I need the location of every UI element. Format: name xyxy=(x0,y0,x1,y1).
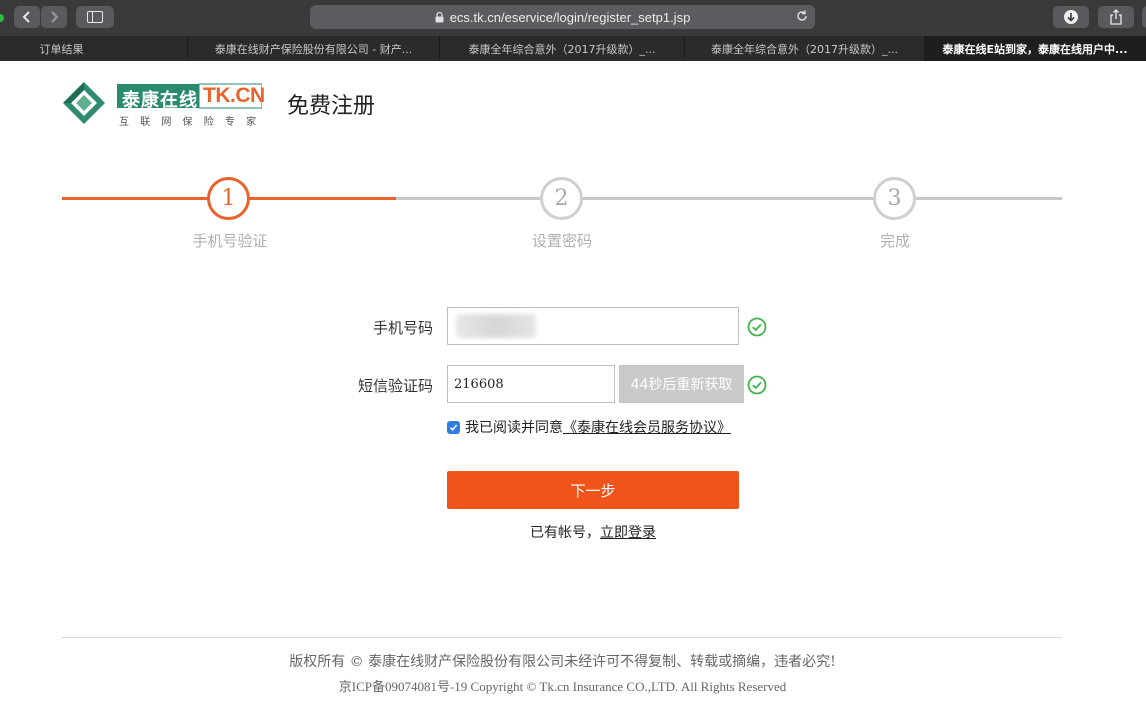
tab-label: 泰康在线财产保险股份有限公司 - 财产... xyxy=(214,42,413,56)
progress-line-pending xyxy=(396,197,1062,200)
resend-code-button[interactable]: 44秒后重新获取 xyxy=(619,365,744,403)
phone-input[interactable] xyxy=(447,307,739,345)
chevron-right-icon xyxy=(51,11,59,23)
sms-code-label: 短信验证码 xyxy=(357,377,433,395)
phone-valid-check-icon xyxy=(747,317,767,337)
lock-icon xyxy=(435,11,444,23)
tab-accident-2[interactable]: 泰康全年综合意外（2017升级款）_... xyxy=(685,36,925,61)
sms-code-input[interactable]: 216608 xyxy=(447,365,615,403)
step-3-label: 完成 xyxy=(879,232,910,250)
tab-label: 订单结果 xyxy=(39,42,84,56)
phone-label: 手机号码 xyxy=(372,319,433,337)
browser-toolbar: ecs.tk.cn/eservice/login/register_setp1.… xyxy=(0,0,1146,36)
forward-button[interactable] xyxy=(41,6,67,28)
share-icon xyxy=(1110,9,1122,25)
step-2-circle: 2 xyxy=(540,177,583,220)
footer-divider xyxy=(62,637,1062,638)
code-valid-check-icon xyxy=(747,375,767,395)
service-agreement-link[interactable]: 《泰康在线会员服务协议》 xyxy=(563,417,731,437)
logo-en-text: TK.CN xyxy=(203,84,265,107)
step-1-label: 手机号验证 xyxy=(192,232,268,250)
downloads-button[interactable] xyxy=(1053,6,1089,28)
step-3-circle: 3 xyxy=(873,177,916,220)
sidebar-icon xyxy=(87,11,103,23)
next-step-button[interactable]: 下一步 xyxy=(447,471,739,509)
agreement-row: 我已阅读并同意 《泰康在线会员服务协议》 xyxy=(447,417,731,437)
sms-code-value: 216608 xyxy=(454,376,504,392)
page-title: 免费注册 xyxy=(287,94,376,119)
tab-user-center[interactable]: 泰康在线E站到家，泰康在线用户中... xyxy=(925,36,1146,61)
icp-text: 京ICP备09074081号-19 Copyright © Tk.cn Insu… xyxy=(338,679,787,694)
tab-label: 泰康全年综合意外（2017升级款）_... xyxy=(468,42,656,56)
more-button[interactable] xyxy=(1142,6,1146,28)
back-button[interactable] xyxy=(14,6,40,28)
checkmark-icon xyxy=(449,423,458,431)
login-link[interactable]: 立即登录 xyxy=(600,525,656,541)
tab-bar: 订单结果 泰康在线财产保险股份有限公司 - 财产... 泰康全年综合意外（201… xyxy=(0,36,1146,61)
download-icon xyxy=(1064,10,1078,24)
agree-checkbox[interactable] xyxy=(447,420,460,434)
tab-accident-1[interactable]: 泰康全年综合意外（2017升级款）_... xyxy=(440,36,685,61)
reload-icon[interactable] xyxy=(795,9,809,26)
window-zoom-dot[interactable] xyxy=(0,14,4,22)
logo-slogan: 互 联 网 保 险 专 家 xyxy=(119,117,261,128)
agree-text: 我已阅读并同意 xyxy=(465,420,563,436)
login-prompt: 已有帐号，立即登录 xyxy=(447,522,739,542)
phone-number-redacted xyxy=(456,314,536,338)
step-2-label: 设置密码 xyxy=(531,232,592,250)
sidebar-toggle-button[interactable] xyxy=(76,6,114,28)
copyright-text: 版权所有 © 泰康在线财产保险股份有限公司未经许可不得复制、转载或摘编，违者必究… xyxy=(289,654,836,670)
url-text: ecs.tk.cn/eservice/login/register_setp1.… xyxy=(449,9,691,25)
tab-label: 泰康全年综合意外（2017升级款）_... xyxy=(711,42,898,56)
tab-order-result[interactable]: 订单结果 xyxy=(0,36,188,61)
logo-cn-text: 泰康在线 xyxy=(122,90,198,111)
tk-logo[interactable]: 泰康在线 TK.CN 互 联 网 保 险 专 家 xyxy=(62,81,265,128)
address-bar[interactable]: ecs.tk.cn/eservice/login/register_setp1.… xyxy=(310,5,815,29)
step-1-circle: 1 xyxy=(207,177,250,220)
tab-company[interactable]: 泰康在线财产保险股份有限公司 - 财产... xyxy=(188,36,440,61)
have-account-text: 已有帐号， xyxy=(530,525,600,541)
tab-label: 泰康在线E站到家，泰康在线用户中... xyxy=(942,42,1128,56)
chevron-left-icon xyxy=(22,11,30,23)
share-button[interactable] xyxy=(1098,6,1134,28)
